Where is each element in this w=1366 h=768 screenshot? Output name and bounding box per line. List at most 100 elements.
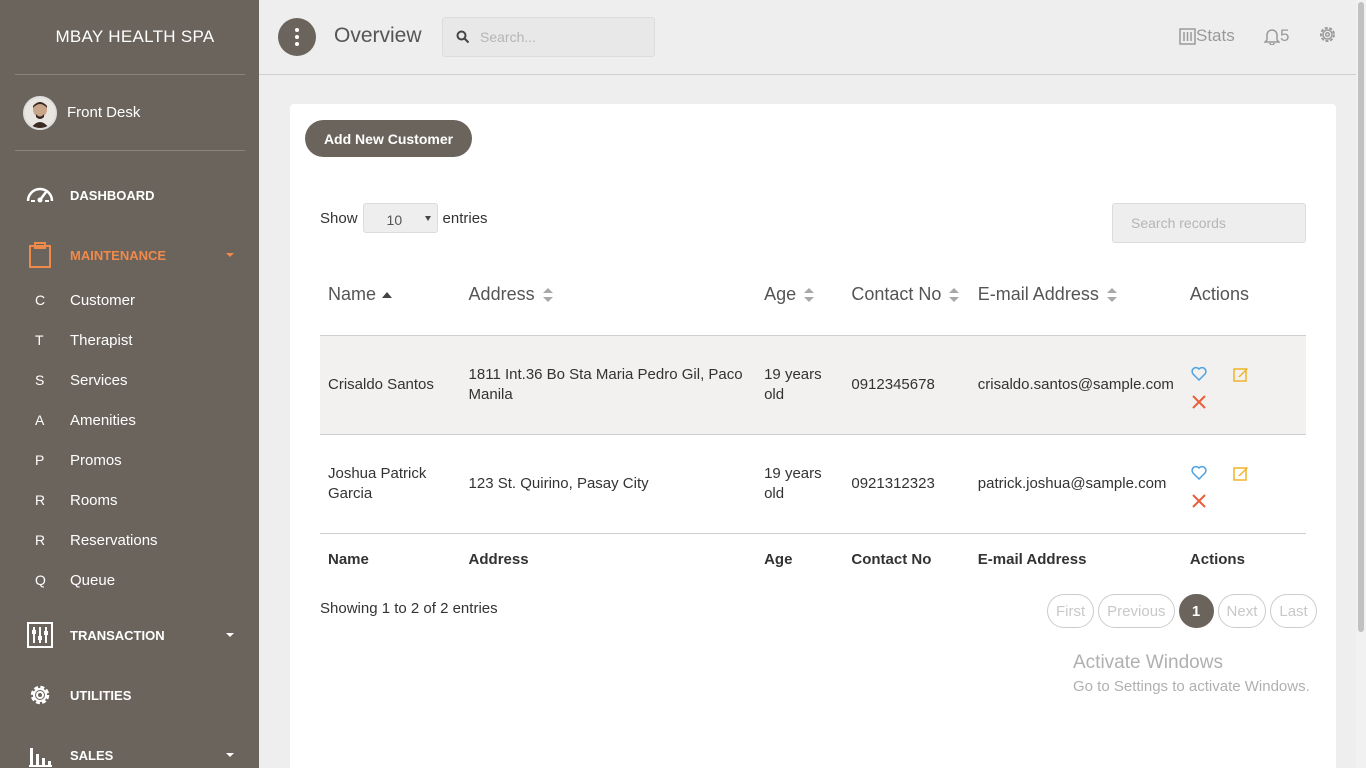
chevron-down-icon — [226, 253, 234, 257]
cell-email: crisaldo.santos@sample.com — [969, 335, 1182, 435]
col-header-contact[interactable]: Contact No — [843, 254, 970, 336]
nav-transaction[interactable]: TRANSACTION — [0, 615, 259, 655]
sub-letter: T — [35, 332, 44, 348]
edit-icon[interactable] — [1232, 464, 1250, 482]
cell-age: 19 years old — [756, 335, 844, 435]
clipboard-icon — [26, 241, 54, 269]
sub-letter: P — [35, 452, 45, 468]
records-search-input[interactable]: Search records — [1112, 203, 1306, 243]
sub-label: Rooms — [70, 491, 118, 509]
page-title: Overview — [334, 24, 422, 47]
entries-select[interactable]: 10 — [362, 203, 438, 233]
user-panel[interactable]: Front Desk — [15, 75, 245, 151]
notifications-button[interactable]: 5 — [1264, 26, 1289, 46]
page-first-button[interactable]: First — [1047, 594, 1095, 628]
col-header-actions: Actions — [1181, 254, 1306, 336]
sort-icon — [804, 288, 815, 302]
sub-label: Reservations — [70, 531, 158, 549]
chevron-down-icon — [226, 753, 234, 757]
edit-icon[interactable] — [1232, 365, 1250, 383]
chevron-down-icon — [424, 216, 431, 221]
col-name-label: Name — [328, 283, 377, 304]
dashboard-gauge-icon — [26, 181, 54, 209]
cell-name: Joshua Patrick Garcia — [320, 434, 461, 534]
col-header-name[interactable]: Name — [320, 254, 461, 336]
avatar — [23, 95, 57, 130]
sidebar-item-reservations[interactable]: R Reservations — [0, 522, 259, 558]
cell-contact: 0921312323 — [843, 434, 970, 534]
table-row: Crisaldo Santos 1811 Int.36 Bo Sta Maria… — [320, 335, 1306, 435]
heart-icon[interactable] — [1190, 365, 1208, 383]
stats-icon — [1179, 27, 1196, 45]
entries-length-control: Show 10 entries — [320, 203, 488, 233]
heart-icon[interactable] — [1190, 464, 1208, 482]
cell-contact: 0912345678 — [843, 335, 970, 435]
more-menu-button[interactable] — [278, 18, 316, 56]
sidebar-item-services[interactable]: S Services — [0, 362, 259, 398]
cell-actions — [1181, 335, 1306, 435]
settings-button[interactable] — [1319, 26, 1336, 43]
col-header-address[interactable]: Address — [460, 254, 757, 336]
col-header-email[interactable]: E-mail Address — [969, 254, 1182, 336]
add-customer-button[interactable]: Add New Customer — [305, 120, 472, 157]
top-search-box[interactable] — [442, 17, 655, 57]
nav-maintenance[interactable]: MAINTENANCE — [0, 235, 259, 275]
watermark-subtitle: Go to Settings to activate Windows. — [1073, 678, 1310, 695]
nav-sales[interactable]: SALES — [0, 735, 259, 768]
col-contact-label: Contact No — [851, 283, 942, 304]
cell-address: 1811 Int.36 Bo Sta Maria Pedro Gil, Paco… — [460, 335, 757, 435]
sub-letter: Q — [35, 572, 46, 588]
gear-icon — [26, 681, 54, 709]
top-search-input[interactable] — [480, 29, 640, 45]
nav-maintenance-label: MAINTENANCE — [70, 247, 167, 263]
sub-letter: S — [35, 372, 45, 388]
nav-sales-label: SALES — [70, 747, 114, 763]
chevron-down-icon — [226, 633, 234, 637]
col-header-age[interactable]: Age — [756, 254, 844, 336]
sidebar-item-customer[interactable]: C Customer — [0, 282, 259, 318]
page-current-button[interactable]: 1 — [1178, 594, 1214, 628]
gear-icon — [1320, 27, 1335, 42]
sort-icon — [949, 288, 960, 302]
footer-contact: Contact No — [851, 550, 932, 568]
sidebar-item-promos[interactable]: P Promos — [0, 442, 259, 478]
cell-age: 19 years old — [756, 434, 844, 534]
brand-title[interactable]: MBAY HEALTH SPA — [15, 0, 245, 75]
scrollbar-thumb[interactable] — [1358, 2, 1364, 632]
cell-name: Crisaldo Santos — [320, 335, 461, 435]
search-icon — [456, 30, 470, 44]
footer-actions: Actions — [1189, 550, 1245, 568]
sidebar-item-queue[interactable]: Q Queue — [0, 562, 259, 598]
footer-age: Age — [764, 550, 793, 568]
sort-icon — [542, 288, 553, 302]
page-last-button[interactable]: Last — [1270, 594, 1317, 628]
delete-icon[interactable] — [1190, 492, 1208, 510]
sort-icon — [1106, 288, 1117, 302]
cell-address: 123 St. Quirino, Pasay City — [460, 434, 757, 534]
vertical-scrollbar[interactable] — [1356, 0, 1366, 768]
nav-dashboard[interactable]: DASHBOARD — [0, 175, 259, 215]
table-row: Joshua Patrick Garcia 123 St. Quirino, P… — [320, 434, 1306, 534]
sidebar: MBAY HEALTH SPA Front Desk DASHBOARD MAI… — [0, 0, 259, 768]
table-footer-row: Name Address Age Contact No E-mail Addre… — [320, 533, 1306, 585]
sliders-icon — [26, 621, 54, 649]
stats-link[interactable]: Stats — [1179, 26, 1235, 46]
sidebar-item-therapist[interactable]: T Therapist — [0, 322, 259, 358]
page-next-button[interactable]: Next — [1217, 594, 1267, 628]
cell-email: patrick.joshua@sample.com — [969, 434, 1182, 534]
sidebar-item-amenities[interactable]: A Amenities — [0, 402, 259, 438]
delete-icon[interactable] — [1190, 393, 1208, 411]
table-info: Showing 1 to 2 of 2 entries — [320, 600, 498, 617]
stats-label: Stats — [1196, 26, 1235, 45]
user-name: Front Desk — [67, 104, 141, 121]
sub-label: Promos — [70, 451, 122, 469]
nav-utilities[interactable]: UTILITIES — [0, 675, 259, 715]
show-label: Show — [320, 209, 358, 227]
nav-utilities-label: UTILITIES — [70, 687, 132, 703]
bar-chart-icon — [26, 741, 54, 768]
page-previous-button[interactable]: Previous — [1098, 594, 1175, 628]
sub-label: Amenities — [70, 411, 136, 429]
sub-letter: A — [35, 412, 45, 428]
sidebar-item-rooms[interactable]: R Rooms — [0, 482, 259, 518]
sub-label: Therapist — [70, 331, 133, 349]
